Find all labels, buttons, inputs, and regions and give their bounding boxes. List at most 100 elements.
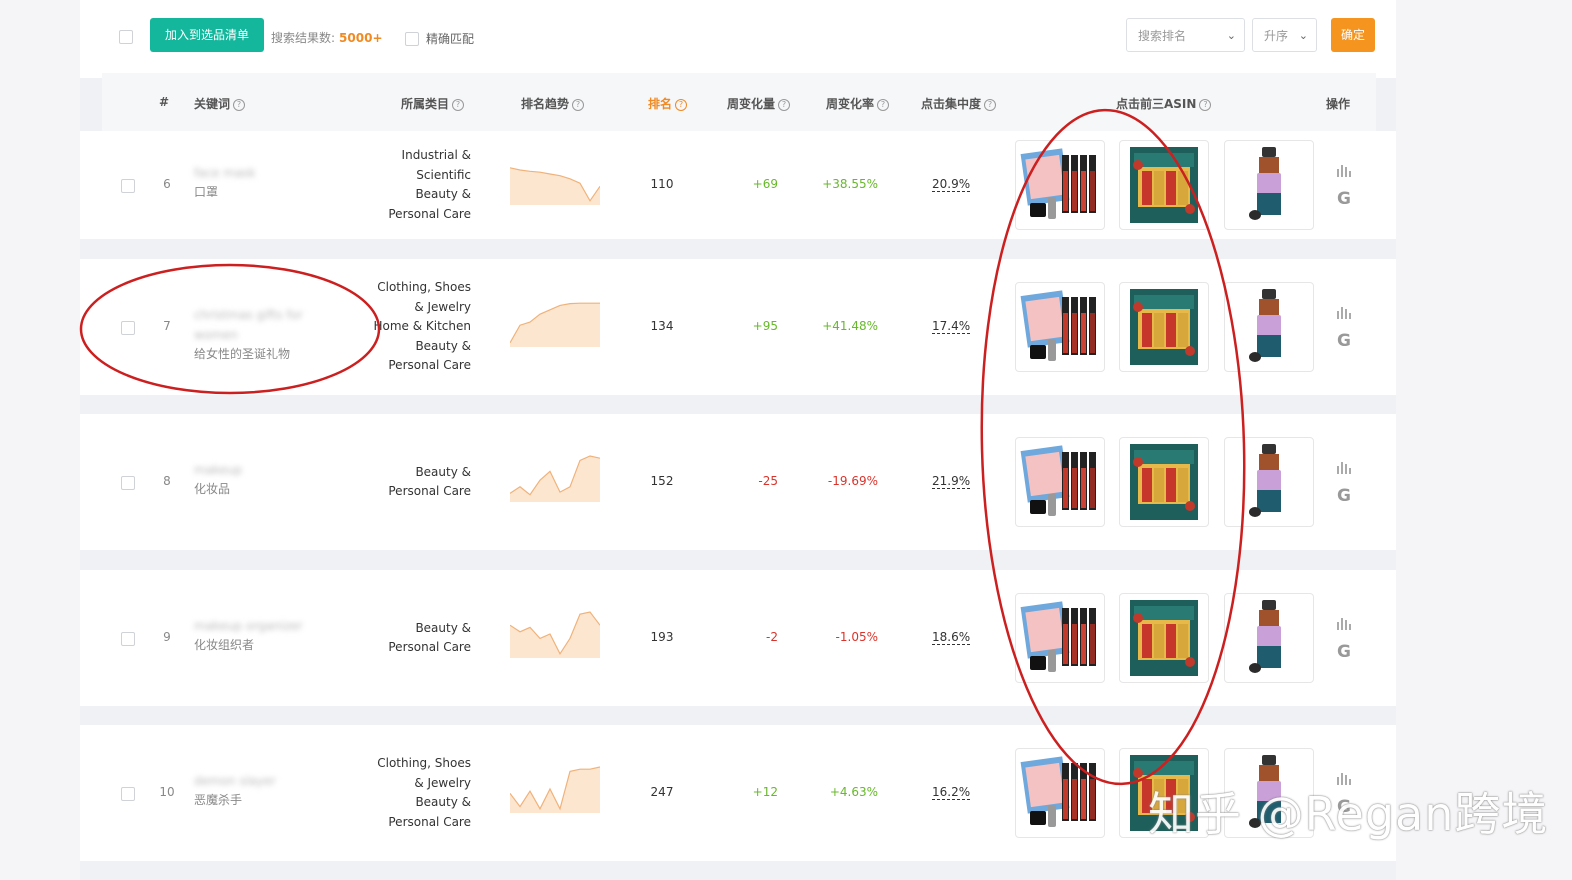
keyword-cell[interactable]: face mask 口罩 — [194, 163, 344, 200]
help-icon[interactable]: ? — [778, 99, 791, 111]
keyword-cell[interactable]: christmas gifts for women 给女性的圣诞礼物 — [194, 305, 344, 362]
watermark: 知乎 @Regan跨境 — [1148, 787, 1549, 841]
bar-chart-icon[interactable] — [1336, 460, 1352, 474]
col-category[interactable]: 所属类目? — [401, 95, 465, 112]
help-icon[interactable]: ? — [877, 99, 890, 111]
sort-order-select[interactable]: 升序 ⌄ — [1252, 18, 1317, 52]
google-search-icon[interactable]: G — [1337, 331, 1351, 351]
exact-match-checkbox[interactable] — [405, 32, 419, 46]
keyword-en[interactable]: demon slayer — [194, 771, 344, 791]
keyword-cn: 给女性的圣诞礼物 — [194, 347, 291, 361]
rank-trend-sparkline[interactable] — [509, 454, 601, 505]
rank-trend-sparkline[interactable] — [509, 299, 600, 350]
rank-value: 152 — [650, 474, 674, 488]
col-keyword-label: 关键词 — [194, 97, 231, 111]
keyword-en[interactable]: face mask — [194, 163, 344, 183]
keyword-en[interactable]: christmas gifts for women — [194, 305, 344, 345]
sort-field-select[interactable]: 搜索排名 ⌄ — [1126, 18, 1245, 52]
asin-thumbnail-1[interactable] — [1015, 282, 1105, 372]
help-icon[interactable]: ? — [233, 99, 246, 111]
weekly-rate-value: +41.48% — [822, 319, 878, 333]
click-concentration-value[interactable]: 20.9% — [932, 177, 971, 192]
help-icon[interactable]: ? — [984, 99, 997, 111]
category-line: & Jewelry — [414, 775, 471, 790]
bar-chart-icon[interactable] — [1336, 163, 1352, 177]
asin-thumbnail-1[interactable] — [1015, 593, 1105, 683]
col-weekly-change[interactable]: 周变化量? — [727, 95, 791, 112]
row-checkbox[interactable] — [121, 632, 135, 646]
asin-thumbnail-2[interactable] — [1119, 140, 1209, 230]
asin-thumbnail-2[interactable] — [1119, 282, 1209, 372]
select-all-checkbox[interactable] — [119, 30, 133, 44]
asin-thumbnail-3[interactable] — [1224, 437, 1314, 527]
result-label: 搜索结果数: — [271, 31, 336, 45]
col-trend[interactable]: 排名趋势? — [521, 95, 585, 112]
category-line: Home & Kitchen — [373, 319, 471, 334]
sparkline-area — [510, 456, 600, 502]
col-weekly-rate[interactable]: 周变化率? — [826, 95, 890, 112]
asin-thumbnail-3[interactable] — [1224, 140, 1314, 230]
click-concentration-cell[interactable]: 16.2% — [932, 785, 971, 800]
keyword-en[interactable]: makeup organizer — [194, 616, 344, 636]
rank-trend-sparkline[interactable] — [509, 610, 601, 661]
keyword-cell[interactable]: demon slayer 恶魔杀手 — [194, 771, 344, 808]
bar-chart-icon[interactable] — [1336, 305, 1352, 319]
confirm-button[interactable]: 确定 — [1331, 18, 1375, 52]
category-line: Beauty & — [415, 795, 471, 809]
click-concentration-value[interactable]: 16.2% — [932, 785, 971, 800]
keyword-cn: 化妆品 — [194, 482, 231, 496]
keyword-en[interactable]: makeup — [194, 460, 344, 480]
sparkline-area — [510, 612, 600, 658]
click-concentration-cell[interactable]: 17.4% — [932, 319, 971, 334]
weekly-change-value: +69 — [752, 177, 778, 191]
weekly-rate-value: +4.63% — [829, 785, 878, 799]
keyword-cell[interactable]: makeup 化妆品 — [194, 460, 344, 497]
click-concentration-value[interactable]: 17.4% — [932, 319, 971, 334]
category-line: Beauty & — [415, 187, 471, 201]
asin-thumbnail-2[interactable] — [1119, 593, 1209, 683]
col-top3-asin[interactable]: 点击前三ASIN? — [1116, 95, 1212, 112]
sort-field-value: 搜索排名 — [1138, 29, 1187, 43]
asin-thumbnail-1[interactable] — [1015, 140, 1105, 230]
row-checkbox[interactable] — [121, 321, 135, 335]
weekly-change-value: +95 — [752, 319, 778, 333]
asin-thumbnail-1[interactable] — [1015, 748, 1105, 838]
add-to-list-button[interactable]: 加入到选品清单 — [150, 18, 264, 52]
col-keyword[interactable]: 关键词? — [194, 95, 246, 112]
google-search-icon[interactable]: G — [1337, 642, 1351, 662]
google-search-icon[interactable]: G — [1337, 486, 1351, 506]
click-concentration-value[interactable]: 21.9% — [932, 474, 971, 489]
row-checkbox[interactable] — [121, 476, 135, 490]
bar-chart-icon[interactable] — [1336, 616, 1352, 630]
keyword-cn: 口罩 — [194, 185, 219, 199]
keyword-cell[interactable]: makeup organizer 化妆组织者 — [194, 616, 344, 653]
sparkline-area — [510, 767, 600, 813]
category-cell: Clothing, Shoes & Jewelry Home & Kitchen Be… — [331, 278, 471, 376]
asin-thumbnail-2[interactable] — [1119, 437, 1209, 527]
sort-order-value: 升序 — [1264, 29, 1289, 43]
click-concentration-cell[interactable]: 18.6% — [932, 630, 971, 645]
asin-thumbnail-3[interactable] — [1224, 282, 1314, 372]
weekly-change-value: +12 — [752, 785, 778, 799]
asin-thumbnail-1[interactable] — [1015, 437, 1105, 527]
help-icon[interactable]: ? — [675, 99, 688, 111]
row-checkbox[interactable] — [121, 787, 135, 801]
col-rank[interactable]: 排名? — [648, 95, 688, 112]
row-index: 9 — [163, 630, 171, 644]
click-concentration-cell[interactable]: 20.9% — [932, 177, 971, 192]
col-click-concentration[interactable]: 点击集中度? — [921, 95, 997, 112]
google-search-icon[interactable]: G — [1337, 189, 1351, 209]
help-icon[interactable]: ? — [1199, 99, 1212, 111]
category-line: Personal Care — [388, 206, 471, 221]
rank-trend-sparkline[interactable] — [509, 765, 601, 816]
category-line: Beauty & — [415, 338, 471, 353]
asin-thumbnail-3[interactable] — [1224, 593, 1314, 683]
help-icon[interactable]: ? — [572, 99, 585, 111]
click-concentration-cell[interactable]: 21.9% — [932, 474, 971, 489]
click-concentration-value[interactable]: 18.6% — [932, 630, 971, 645]
help-icon[interactable]: ? — [452, 99, 465, 111]
page: 加入到选品清单 搜索结果数: 5000+ 精确匹配 搜索排名 ⌄ 升序 ⌄ 确定 … — [80, 0, 1396, 880]
rank-trend-sparkline[interactable] — [509, 157, 601, 208]
row-checkbox[interactable] — [121, 179, 135, 193]
category-cell: Beauty & Personal Care — [331, 619, 471, 658]
